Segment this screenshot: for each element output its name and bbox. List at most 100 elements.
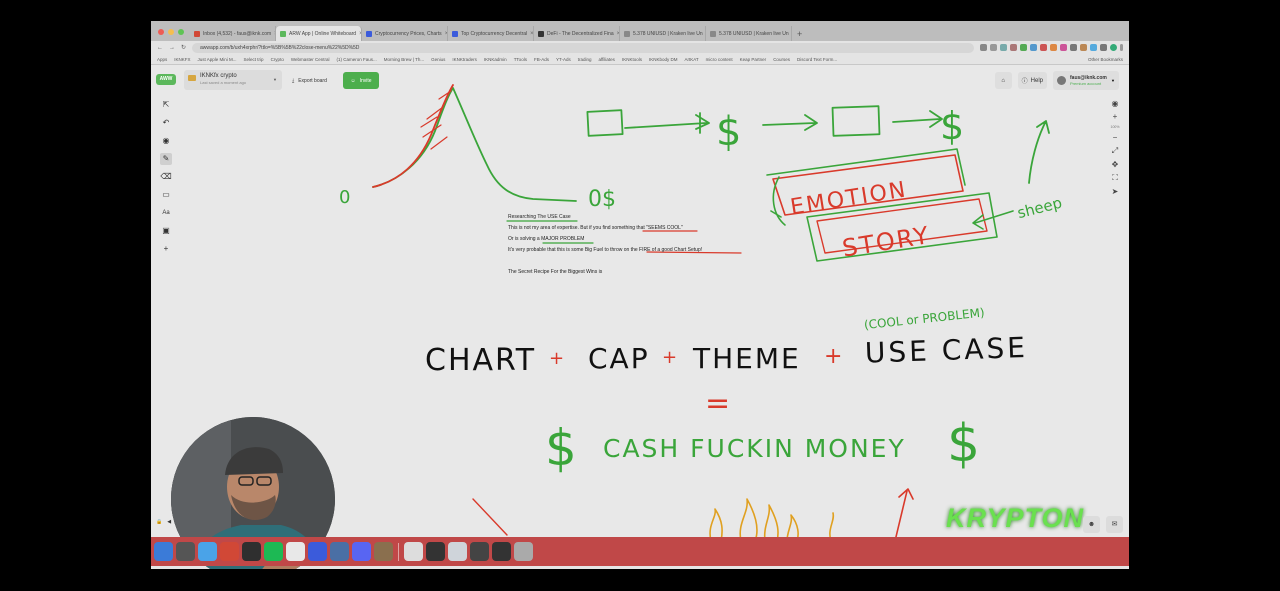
forward-icon[interactable]: → [169,45,175,51]
eraser-tool-icon[interactable]: ⌫ [160,171,172,183]
bookmark-item[interactable]: Select trip [244,57,264,62]
shape-tool-icon[interactable]: ▭ [160,189,172,201]
reload-icon[interactable]: ↻ [181,44,186,51]
user-menu[interactable]: faus@iknk.com Premium account ▼ [1053,71,1119,90]
chat-icon[interactable]: ✉ [1106,516,1123,533]
bookmark-item[interactable]: FB-Ads [534,57,549,62]
text-tool-icon[interactable]: Aa [160,207,172,219]
dock-app-icon[interactable] [330,542,349,561]
extension-icon[interactable] [1080,44,1087,51]
browser-tab[interactable]: Top Cryptocurrency Decentral × [448,26,534,41]
dock-app-icon[interactable] [198,542,217,561]
new-tab-button[interactable]: + [792,29,807,41]
bookmark-item[interactable]: TTools [514,57,527,62]
export-board-button[interactable]: ⤓ Export board [286,73,333,88]
bookmark-item[interactable]: ArtKAT [684,57,698,62]
board-name-menu[interactable]: IKNKfx crypto Last saved a moment ago ▼ [184,70,282,90]
close-window-button[interactable] [158,29,164,35]
color-picker-icon[interactable]: ◉ [160,135,172,147]
previous-page-icon[interactable]: ◀ [167,519,171,525]
dock-app-icon[interactable] [176,542,195,561]
bookmark-item[interactable]: IKNKtools [622,57,642,62]
pen-tool-icon[interactable]: ✎ [160,153,172,165]
dock-app-icon[interactable] [154,542,173,561]
extension-icon[interactable] [1050,44,1057,51]
extension-icon[interactable] [1040,44,1047,51]
bookmark-item[interactable]: Discord Text Form... [797,57,837,62]
bookmark-item[interactable]: Webmaster Central [291,57,330,62]
browser-tab[interactable]: 5.378 UNIUSD | Kraken live Un× [620,26,706,41]
dock-app-icon[interactable] [492,542,511,561]
menu-icon[interactable] [1120,44,1123,51]
bookmark-item[interactable]: IKNKadmin [484,57,507,62]
browser-tab[interactable]: 5.378 UNIUSD | Kraken live Un× [706,26,792,41]
star-icon[interactable] [990,44,997,51]
dock-app-icon[interactable] [426,542,445,561]
extension-icon[interactable] [1020,44,1027,51]
extension-icon[interactable] [1010,44,1017,51]
fit-screen-icon[interactable]: ⛶ [1112,173,1118,183]
extension-icon[interactable] [1060,44,1067,51]
bookmark-item[interactable]: Morning Brew | Th... [384,57,424,62]
bookmark-item[interactable]: IKNKbody DM [649,57,678,62]
bookmark-item[interactable]: IKNKtraders [452,57,477,62]
dock-app-icon[interactable] [308,542,327,561]
laser-pointer-icon[interactable]: ➤ [1112,187,1119,196]
fullscreen-icon[interactable]: ⤢ [1112,146,1118,156]
bookmark-item[interactable]: IKNKFX [174,57,190,62]
dock-app-icon[interactable] [242,542,261,561]
bookmark-item[interactable]: Just Apple Mini M... [198,57,237,62]
dock-app-icon[interactable] [264,542,283,561]
other-bookmarks[interactable]: Other Bookmarks [1088,57,1123,62]
minimize-window-button[interactable] [168,29,174,35]
browser-tab[interactable]: Inbox (4,532) - faus@iknk.com× [190,26,276,41]
browser-tab[interactable]: ARW App | Online Whiteboard× [276,26,362,41]
home-button[interactable]: ⌂ [994,72,1012,89]
extension-icon[interactable] [1070,44,1077,51]
text-note[interactable]: Researching The USE Case This is not my … [508,212,702,278]
dock-app-icon[interactable] [470,542,489,561]
extension-icon[interactable] [1090,44,1097,51]
zoom-out-icon[interactable]: − [1113,133,1118,142]
browser-tab[interactable]: Cryptocurrency Prices, Charts × [362,26,448,41]
dock-app-icon[interactable] [448,542,467,561]
bookmark-item[interactable]: micro content [706,57,733,62]
bookmark-item[interactable]: trading [578,57,592,62]
extension-icon[interactable] [1030,44,1037,51]
extension-icon[interactable] [1000,44,1007,51]
profile-avatar[interactable] [1110,44,1117,51]
select-tool-icon[interactable]: ⇱ [160,99,172,111]
bookmark-item[interactable]: Courses [773,57,790,62]
zoom-window-button[interactable] [178,29,184,35]
bookmark-item[interactable]: YT-Ads [556,57,571,62]
dock-app-icon[interactable] [220,542,239,561]
dock-app-icon[interactable] [404,542,423,561]
help-button[interactable]: ⓘ Help [1017,72,1047,89]
zoom-in-icon[interactable]: + [1113,112,1118,121]
dock-app-icon[interactable] [286,542,305,561]
dock-app-icon[interactable] [352,542,371,561]
lock-icon[interactable]: 🔒 [156,519,162,525]
user-list-icon[interactable]: ☻ [1083,516,1100,533]
back-icon[interactable]: ← [157,45,163,51]
extension-icon[interactable] [1100,44,1107,51]
invite-button[interactable]: ☺ Invite [343,72,379,89]
undo-icon[interactable]: ↶ [160,117,172,129]
move-icon[interactable]: ✥ [1112,160,1119,169]
sticky-note-icon[interactable]: ▣ [160,225,172,237]
bookmark-item[interactable]: Keap Partner [740,57,767,62]
eye-icon[interactable]: ◉ [1112,99,1119,108]
whiteboard-canvas[interactable]: 0 0$ $ $ EMOTION STORY sheep (COOL or PR… [151,65,1129,569]
url-input[interactable]: awwapp.com/b/uxh4xrphr/?ttlo=%5B%5B%22cl… [192,42,974,53]
bookmark-item[interactable]: affiliates [599,57,615,62]
bookmark-item[interactable]: Genius [431,57,445,62]
dock-app-icon[interactable] [374,542,393,561]
add-icon[interactable]: + [160,243,172,255]
browser-tab[interactable]: DeFi - The Decentralized Fina × [534,26,620,41]
aww-logo[interactable]: AWW [156,74,176,85]
extension-icon[interactable] [980,44,987,51]
bookmark-item[interactable]: Crypto [271,57,284,62]
dock-app-icon[interactable] [514,542,533,561]
bookmark-item[interactable]: Apps [157,57,167,62]
bookmark-item[interactable]: (1) Cameron Faus... [337,57,377,62]
